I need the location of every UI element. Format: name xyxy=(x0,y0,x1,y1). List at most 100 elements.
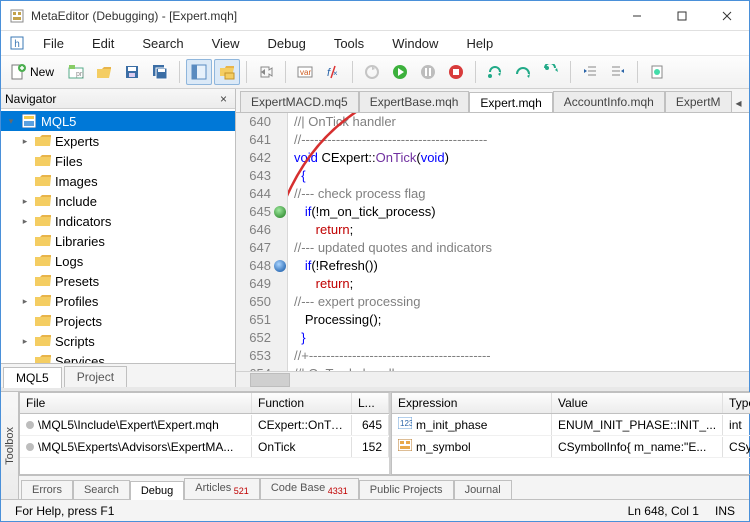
new-button[interactable]: New xyxy=(5,59,61,85)
toolbox-tab-debug[interactable]: Debug xyxy=(130,481,184,500)
folder-icon xyxy=(35,353,51,363)
folder-icon xyxy=(35,293,51,309)
toolbox-panel: Toolbox File Function L... \MQL5\Include… xyxy=(1,391,749,499)
svg-text:f: f xyxy=(327,67,331,79)
save-all-button[interactable] xyxy=(147,59,173,85)
step-over-button[interactable] xyxy=(510,59,536,85)
step-out-button[interactable] xyxy=(538,59,564,85)
mdi-icon[interactable]: h xyxy=(9,35,25,51)
toggle-navigator-button[interactable] xyxy=(186,59,212,85)
tree-item-files[interactable]: Files xyxy=(1,151,235,171)
folder-icon xyxy=(35,333,51,349)
titlebar: MetaEditor (Debugging) - [Expert.mqh] xyxy=(1,1,749,31)
menu-view[interactable]: View xyxy=(198,33,254,54)
function-button[interactable]: f× xyxy=(320,59,346,85)
menu-search[interactable]: Search xyxy=(128,33,197,54)
save-button[interactable] xyxy=(119,59,145,85)
stack-row[interactable]: \MQL5\Include\Expert\Expert.mqhCExpert::… xyxy=(20,414,389,436)
expand-icon[interactable]: ▸ xyxy=(19,296,31,307)
col-line[interactable]: L... xyxy=(352,393,389,413)
toolbox-tab-code-base[interactable]: Code Base 4331 xyxy=(260,478,359,499)
current-line-marker[interactable] xyxy=(274,206,286,218)
col-type[interactable]: Type xyxy=(723,393,750,413)
expand-icon[interactable]: ▸ xyxy=(19,336,31,347)
menu-help[interactable]: Help xyxy=(452,33,507,54)
toggle-toolbox-button[interactable] xyxy=(214,59,240,85)
col-expression[interactable]: Expression xyxy=(392,393,552,413)
call-stack-grid[interactable]: File Function L... \MQL5\Include\Expert\… xyxy=(19,392,391,475)
toolbar: New prj var f× xyxy=(1,55,749,89)
bookmark-button[interactable] xyxy=(644,59,670,85)
navigator-tab-mql5[interactable]: MQL5 xyxy=(3,367,62,388)
navigator-tree[interactable]: ▾ MQL5 ▸ExpertsFilesImages▸Include▸Indic… xyxy=(1,109,235,363)
col-function[interactable]: Function xyxy=(252,393,352,413)
watch-row[interactable]: m_symbolCSymbolInfo{ m_name:"E...CSym... xyxy=(392,436,750,458)
doc-tab[interactable]: ExpertMACD.mq5 xyxy=(240,91,359,112)
menu-debug[interactable]: Debug xyxy=(254,33,320,54)
breakpoint-marker[interactable] xyxy=(274,260,286,272)
tree-item-profiles[interactable]: ▸Profiles xyxy=(1,291,235,311)
col-value[interactable]: Value xyxy=(552,393,723,413)
indent-right-button[interactable] xyxy=(605,59,631,85)
tabs-scroll-left[interactable]: ◂ xyxy=(732,94,746,112)
col-file[interactable]: File xyxy=(20,393,252,413)
undo-button[interactable] xyxy=(253,59,279,85)
status-help: For Help, press F1 xyxy=(7,504,122,518)
expand-icon[interactable]: ▸ xyxy=(19,216,31,227)
navigator-close-icon[interactable]: × xyxy=(216,92,231,106)
doc-tab[interactable]: Expert.mqh xyxy=(469,92,552,113)
pause-button[interactable] xyxy=(415,59,441,85)
status-position: Ln 648, Col 1 xyxy=(620,504,707,518)
tree-item-experts[interactable]: ▸Experts xyxy=(1,131,235,151)
menu-tools[interactable]: Tools xyxy=(320,33,378,54)
close-button[interactable] xyxy=(704,1,749,30)
menu-edit[interactable]: Edit xyxy=(78,33,128,54)
tree-item-logs[interactable]: Logs xyxy=(1,251,235,271)
variables-button[interactable]: var xyxy=(292,59,318,85)
editor-h-scrollbar[interactable] xyxy=(236,371,749,387)
continue-button[interactable] xyxy=(387,59,413,85)
tree-item-images[interactable]: Images xyxy=(1,171,235,191)
collapse-icon[interactable]: ▾ xyxy=(5,116,17,127)
tree-item-presets[interactable]: Presets xyxy=(1,271,235,291)
tree-item-projects[interactable]: Projects xyxy=(1,311,235,331)
navigator-panel: Navigator × ▾ MQL5 ▸ExpertsFilesImages▸I… xyxy=(1,89,236,387)
maximize-button[interactable] xyxy=(659,1,704,30)
toolbox-tab-journal[interactable]: Journal xyxy=(454,480,512,499)
code-editor[interactable]: 6406416426436446456466476486496506516526… xyxy=(236,113,749,371)
expand-icon[interactable]: ▸ xyxy=(19,196,31,207)
step-into-button[interactable] xyxy=(482,59,508,85)
expand-icon[interactable]: ▸ xyxy=(19,136,31,147)
minimize-button[interactable] xyxy=(614,1,659,30)
tabs-scroll-right[interactable]: ▸ xyxy=(746,94,749,112)
tree-item-scripts[interactable]: ▸Scripts xyxy=(1,331,235,351)
stack-row[interactable]: \MQL5\Experts\Advisors\ExpertMA...OnTick… xyxy=(20,436,389,458)
tree-root[interactable]: ▾ MQL5 xyxy=(1,111,235,131)
folder-icon xyxy=(35,193,51,209)
folder-icon xyxy=(35,173,51,189)
indent-left-button[interactable] xyxy=(577,59,603,85)
toolbox-tab-articles[interactable]: Articles 521 xyxy=(184,478,260,499)
project-button[interactable]: prj xyxy=(63,59,89,85)
watch-grid[interactable]: Expression Value Type 123m_init_phaseENU… xyxy=(391,392,750,475)
tree-item-services[interactable]: Services xyxy=(1,351,235,363)
navigator-header: Navigator × xyxy=(1,89,235,109)
tree-item-libraries[interactable]: Libraries xyxy=(1,231,235,251)
doc-tab[interactable]: AccountInfo.mqh xyxy=(553,91,665,112)
doc-tab[interactable]: ExpertBase.mqh xyxy=(359,91,470,112)
toolbox-tab-errors[interactable]: Errors xyxy=(21,480,73,499)
doc-tab[interactable]: ExpertM xyxy=(665,91,732,112)
menu-window[interactable]: Window xyxy=(378,33,452,54)
window-title: MetaEditor (Debugging) - [Expert.mqh] xyxy=(31,9,614,23)
watch-row[interactable]: 123m_init_phaseENUM_INIT_PHASE::INIT_...… xyxy=(392,414,750,436)
navigator-tab-project[interactable]: Project xyxy=(64,366,127,387)
menubar: h FileEditSearchViewDebugToolsWindowHelp xyxy=(1,31,749,55)
stop-button[interactable] xyxy=(443,59,469,85)
toolbox-tab-public-projects[interactable]: Public Projects xyxy=(359,480,454,499)
menu-file[interactable]: File xyxy=(29,33,78,54)
open-button[interactable] xyxy=(91,59,117,85)
toolbox-tab-search[interactable]: Search xyxy=(73,480,130,499)
restart-button[interactable] xyxy=(359,59,385,85)
tree-item-include[interactable]: ▸Include xyxy=(1,191,235,211)
tree-item-indicators[interactable]: ▸Indicators xyxy=(1,211,235,231)
